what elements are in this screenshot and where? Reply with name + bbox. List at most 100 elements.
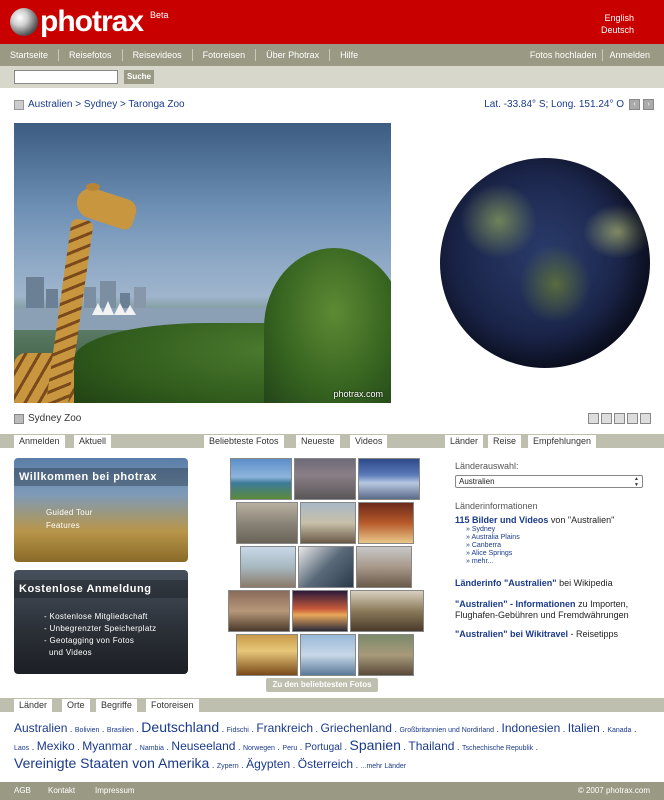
nav-item-startseite[interactable]: Startseite: [0, 49, 60, 61]
country-tag[interactable]: Tschechische Republik: [462, 745, 533, 752]
tab-aktuell[interactable]: Aktuell: [74, 435, 112, 448]
opera-house: [92, 301, 142, 315]
nav-item-fotoreisen[interactable]: Fotoreisen: [193, 49, 257, 61]
country-select[interactable]: Australien: [455, 475, 643, 488]
nav-item-hilfe[interactable]: Hilfe: [330, 49, 368, 61]
main-photo[interactable]: photrax.com: [14, 123, 391, 403]
country-tag[interactable]: Peru: [282, 745, 297, 752]
thumbnail[interactable]: [300, 634, 356, 676]
country-tag[interactable]: Griechenland: [321, 721, 392, 735]
country-tag[interactable]: Zypern: [217, 763, 239, 770]
zoom-icon[interactable]: [588, 413, 599, 424]
country-tag[interactable]: ...mehr Länder: [361, 763, 407, 770]
country-tag[interactable]: Myanmar: [82, 739, 132, 753]
tab-videos[interactable]: Videos: [350, 435, 388, 448]
country-tag[interactable]: Bolivien: [75, 727, 100, 734]
thumbnail[interactable]: [358, 502, 414, 544]
nav-item-reisevideos[interactable]: Reisevideos: [123, 49, 193, 61]
earth-globe[interactable]: [440, 158, 650, 368]
country-tag[interactable]: Brasilien: [107, 727, 134, 734]
thumbnail[interactable]: [358, 458, 420, 500]
country-tag[interactable]: Frankreich: [256, 721, 313, 735]
country-media-link[interactable]: 115 Bilder und Videos von "Australien": [455, 515, 614, 525]
welcome-promo[interactable]: Willkommen bei photrax Guided Tour Featu…: [14, 458, 188, 562]
country-tag[interactable]: Nambia: [140, 745, 164, 752]
tab-laender[interactable]: Länder: [445, 435, 484, 448]
sublink-sydney[interactable]: » Sydney: [466, 526, 495, 533]
footer-kontakt[interactable]: Kontakt: [48, 786, 75, 795]
country-tag[interactable]: Portugal: [305, 742, 342, 753]
country-tag[interactable]: Neuseeland: [171, 739, 235, 753]
tab-reise[interactable]: Reise: [488, 435, 522, 448]
country-tag[interactable]: Mexiko: [37, 739, 75, 753]
tab-bottom-begriffe[interactable]: Begriffe: [96, 699, 137, 712]
thumbnail[interactable]: [300, 502, 356, 544]
edit-icon[interactable]: [614, 413, 625, 424]
tab-bottom-fotoreisen[interactable]: Fotoreisen: [146, 699, 199, 712]
thumbnail[interactable]: [298, 546, 354, 588]
main-nav: Startseite Reisefotos Reisevideos Fotore…: [0, 44, 664, 66]
country-tag[interactable]: Laos: [14, 745, 29, 752]
thumbnail[interactable]: [358, 634, 414, 676]
nav-item-reisefotos[interactable]: Reisefotos: [59, 49, 123, 61]
sublink-more[interactable]: » mehr...: [466, 558, 493, 565]
country-tag[interactable]: Spanien: [350, 737, 401, 753]
prev-arrow-icon[interactable]: ‹: [629, 99, 640, 110]
tab-bottom-orte[interactable]: Orte: [62, 699, 90, 712]
upload-link[interactable]: Fotos hochladen: [524, 49, 603, 61]
country-tag[interactable]: Ägypten: [246, 757, 290, 771]
fullscreen-icon[interactable]: [640, 413, 651, 424]
thumbnail[interactable]: [230, 458, 292, 500]
footer-agb[interactable]: AGB: [14, 786, 31, 795]
country-tag[interactable]: Deutschland: [141, 719, 219, 735]
tab-neueste[interactable]: Neueste: [296, 435, 340, 448]
next-arrow-icon[interactable]: ›: [643, 99, 654, 110]
sublink-australia-plains[interactable]: » Australia Plains: [466, 534, 520, 541]
breadcrumb[interactable]: Australien > Sydney > Taronga Zoo: [28, 99, 185, 110]
country-tag[interactable]: Großbritannien und Nordirland: [399, 727, 494, 734]
search-input[interactable]: [14, 70, 118, 84]
lang-english-link[interactable]: English: [601, 12, 634, 24]
lang-deutsch-link[interactable]: Deutsch: [601, 24, 634, 36]
footer-impressum[interactable]: Impressum: [95, 786, 135, 795]
thumbnail[interactable]: [294, 458, 356, 500]
country-tag[interactable]: Fidschi: [227, 727, 249, 734]
nav-item-ueber-photrax[interactable]: Über Photrax: [256, 49, 331, 61]
tab-bottom-laender[interactable]: Länder: [14, 699, 53, 712]
country-tag[interactable]: Italien: [568, 721, 600, 735]
thumbnail[interactable]: [236, 634, 298, 676]
tab-empfehlungen[interactable]: Empfehlungen: [528, 435, 597, 448]
country-tag[interactable]: Kanada: [607, 727, 631, 734]
thumbnail[interactable]: [240, 546, 296, 588]
thumbnail[interactable]: [236, 502, 298, 544]
login-link[interactable]: Anmelden: [603, 49, 656, 61]
info-icon[interactable]: [601, 413, 612, 424]
info-link[interactable]: "Australien" - Informationen zu Importen…: [455, 599, 628, 609]
share-icon[interactable]: [627, 413, 638, 424]
country-tag[interactable]: Vereinigte Staaten von Amerika: [14, 755, 209, 771]
wikitravel-link[interactable]: "Australien" bei Wikitravel - Reisetipps: [455, 629, 618, 639]
thumbnail[interactable]: [292, 590, 348, 632]
country-tag[interactable]: Australien: [14, 721, 67, 735]
sublink-alice-springs[interactable]: » Alice Springs: [466, 550, 512, 557]
thumbnail[interactable]: [356, 546, 412, 588]
sublink-canberra[interactable]: » Canberra: [466, 542, 501, 549]
thumbnail[interactable]: [350, 590, 424, 632]
features-link[interactable]: Features: [46, 521, 80, 530]
beta-label: Beta: [150, 10, 169, 20]
guided-tour-link[interactable]: Guided Tour: [46, 508, 93, 517]
country-tag[interactable]: Indonesien: [502, 721, 561, 735]
wikipedia-link[interactable]: Länderinfo "Australien" bei Wikipedia: [455, 578, 613, 588]
tab-anmelden[interactable]: Anmelden: [14, 435, 65, 448]
popular-photos-button[interactable]: Zu den beliebtesten Fotos: [266, 678, 378, 692]
country-tag[interactable]: Norwegen: [243, 745, 275, 752]
signup-promo[interactable]: Kostenlose Anmeldung - Kostenlose Mitgli…: [14, 570, 188, 674]
thumbnail[interactable]: [228, 590, 290, 632]
tab-beliebteste-fotos[interactable]: Beliebteste Fotos: [204, 435, 284, 448]
country-tag[interactable]: Österreich: [298, 757, 353, 771]
country-tag[interactable]: Thailand: [408, 739, 454, 753]
map-icon[interactable]: [14, 100, 24, 110]
search-button[interactable]: Suche: [124, 70, 154, 84]
photrax-logo[interactable]: photrax: [10, 6, 144, 38]
nav-right: Fotos hochladen Anmelden: [524, 44, 656, 66]
